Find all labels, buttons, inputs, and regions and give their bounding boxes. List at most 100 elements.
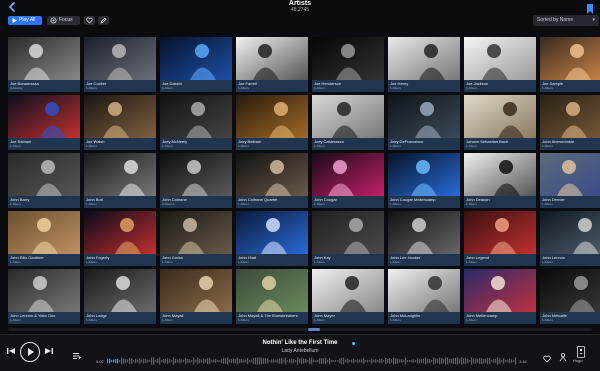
- waveform-bar: [411, 359, 413, 363]
- artist-tile[interactable]: John Lee Hooker 1 Album: [388, 211, 460, 266]
- favorite-button[interactable]: [84, 16, 95, 25]
- artist-tile[interactable]: Joe Dassin 1 Album: [160, 37, 232, 92]
- artist-tile[interactable]: John Deacon 1 Album: [464, 153, 536, 208]
- artist-image: [160, 153, 232, 196]
- output-device-button[interactable]: Hugo: [573, 345, 587, 365]
- focus-label: Focus: [59, 17, 73, 23]
- waveform-bar: [197, 357, 199, 365]
- waveform-bar: [111, 359, 113, 363]
- waveform-bar: [137, 359, 139, 363]
- artist-tile[interactable]: John Lodge 1 Album: [84, 269, 156, 324]
- artist-tile-caption: John Mayer 1 Album: [312, 312, 384, 324]
- artist-tile[interactable]: Joe Farrell 1 Album: [236, 37, 308, 92]
- waveform-bar: [261, 357, 263, 365]
- scrollbar[interactable]: [8, 328, 592, 331]
- player-bar: Nothin' Like the First Time Lady Antebel…: [0, 334, 600, 371]
- waveform-seek-bar[interactable]: [107, 357, 517, 365]
- artist-tile-caption: John Barry 1 Album: [8, 196, 80, 208]
- artist-tile[interactable]: John Coltrane 4 Albums: [160, 153, 232, 208]
- artist-tile[interactable]: John Cougar Mellencamp 1 Album: [388, 153, 460, 208]
- artist-tile[interactable]: John Lennon & Yoko Ono 1 Album: [8, 269, 80, 324]
- waveform-bar: [299, 358, 301, 364]
- artist-tile[interactable]: John Mellencamp 1 Album: [464, 269, 536, 324]
- waveform-bar: [231, 358, 233, 364]
- artist-tile[interactable]: Joe Sample 1 Album: [540, 37, 600, 92]
- waveform-bar: [293, 358, 295, 364]
- artist-tile[interactable]: John Fogerty 1 Album: [84, 211, 156, 266]
- waveform-bar: [133, 360, 135, 362]
- waveform-bar: [151, 357, 153, 365]
- album-count: 1 Album: [466, 318, 477, 322]
- artist-tile[interactable]: John Kay 1 Album: [312, 211, 384, 266]
- artist-image: [388, 37, 460, 80]
- artist-tile[interactable]: John Metcalfe 1 Album: [540, 269, 600, 324]
- artist-tile[interactable]: John Denver 1 Album: [540, 153, 600, 208]
- artist-tile[interactable]: John Coltrane Quartet 1 Album: [236, 153, 308, 208]
- artist-tile[interactable]: Joey DeFrancesco 1 Album: [388, 95, 460, 150]
- album-count: 1 Album: [10, 144, 21, 148]
- artist-image: [84, 95, 156, 138]
- artist-tile[interactable]: John Gorka 1 Album: [160, 211, 232, 266]
- waveform-bar: [367, 359, 369, 363]
- album-count: 1 Album: [238, 86, 249, 90]
- waveform-bar: [503, 358, 505, 364]
- sort-dropdown[interactable]: Sorted by Name ▾: [533, 15, 599, 26]
- waveform-bar: [435, 358, 437, 364]
- waveform-bar: [391, 359, 393, 363]
- play-all-button[interactable]: Play All: [8, 16, 42, 25]
- waveform-bar: [259, 357, 261, 365]
- artist-tile[interactable]: John Mayall & The Bluesbreakers 1 Album: [236, 269, 308, 324]
- artist-tile[interactable]: Joe Walsh 1 Album: [84, 95, 156, 150]
- bookmark-icon[interactable]: [586, 1, 594, 14]
- waveform-bar: [415, 360, 417, 362]
- album-count: 4 Albums: [10, 86, 23, 90]
- waveform-bar: [269, 360, 271, 362]
- waveform-bar: [333, 360, 335, 362]
- artist-tile[interactable]: Joe Satriani 1 Album: [8, 95, 80, 150]
- artist-tile[interactable]: John Mayall 1 Album: [160, 269, 232, 324]
- scrollbar-thumb[interactable]: [308, 328, 320, 331]
- artist-tile[interactable]: John Hiatt 1 Album: [236, 211, 308, 266]
- artist-tile[interactable]: John McLaughlin 1 Album: [388, 269, 460, 324]
- artist-tile[interactable]: John Lennon 1 Album: [540, 211, 600, 266]
- waveform-bar: [175, 358, 177, 364]
- options-icon[interactable]: [558, 349, 568, 362]
- artist-tile[interactable]: Johann Sebastian Bach 1 Album: [464, 95, 536, 150]
- waveform-bar: [125, 359, 127, 363]
- artist-tile[interactable]: Joey Calderazzo 1 Album: [312, 95, 384, 150]
- waveform-bar: [351, 359, 353, 363]
- album-count: 1 Album: [86, 144, 97, 148]
- waveform-bar: [461, 357, 463, 365]
- artist-tile[interactable]: John Abercrombie 1 Album: [540, 95, 600, 150]
- waveform-bar: [395, 358, 397, 364]
- waveform-bar: [129, 357, 131, 365]
- album-count: 1 Album: [542, 318, 553, 322]
- waveform-bar: [339, 358, 341, 364]
- artist-tile[interactable]: John Legend 1 Album: [464, 211, 536, 266]
- waveform-bar: [445, 357, 447, 365]
- now-playing-title[interactable]: Nothin' Like the First Time: [0, 340, 600, 346]
- artist-tile[interactable]: John Butt 1 Album: [84, 153, 156, 208]
- waveform-bar: [119, 360, 121, 362]
- edit-button[interactable]: [98, 16, 109, 25]
- waveform-bar: [377, 359, 379, 363]
- waveform-bar: [131, 358, 133, 364]
- artist-tile[interactable]: Joe Cocker 1 Album: [84, 37, 156, 92]
- waveform-bar: [155, 359, 157, 363]
- heart-icon[interactable]: [543, 350, 551, 363]
- artist-tile[interactable]: Joe Jackson 1 Album: [464, 37, 536, 92]
- artist-tile[interactable]: Joey Beltram 1 Album: [236, 95, 308, 150]
- artist-tile[interactable]: Joe Henderson 1 Album: [312, 37, 384, 92]
- waveform-bar: [233, 358, 235, 364]
- now-playing-artist[interactable]: Lady Antebellum: [0, 348, 600, 354]
- artist-tile[interactable]: Joe Henry 1 Album: [388, 37, 460, 92]
- artist-tile[interactable]: John Mayer 1 Album: [312, 269, 384, 324]
- waveform-bar: [167, 358, 169, 364]
- artist-tile[interactable]: John Barry 1 Album: [8, 153, 80, 208]
- artist-tile[interactable]: John Cougar 1 Album: [312, 153, 384, 208]
- artist-tile[interactable]: John Ellis Gardiner 1 Album: [8, 211, 80, 266]
- waveform-bar: [407, 360, 409, 362]
- artist-tile[interactable]: Joey McNeely 1 Album: [160, 95, 232, 150]
- artist-tile[interactable]: Joe Bonamassa 4 Albums: [8, 37, 80, 92]
- focus-button[interactable]: Focus: [47, 16, 80, 25]
